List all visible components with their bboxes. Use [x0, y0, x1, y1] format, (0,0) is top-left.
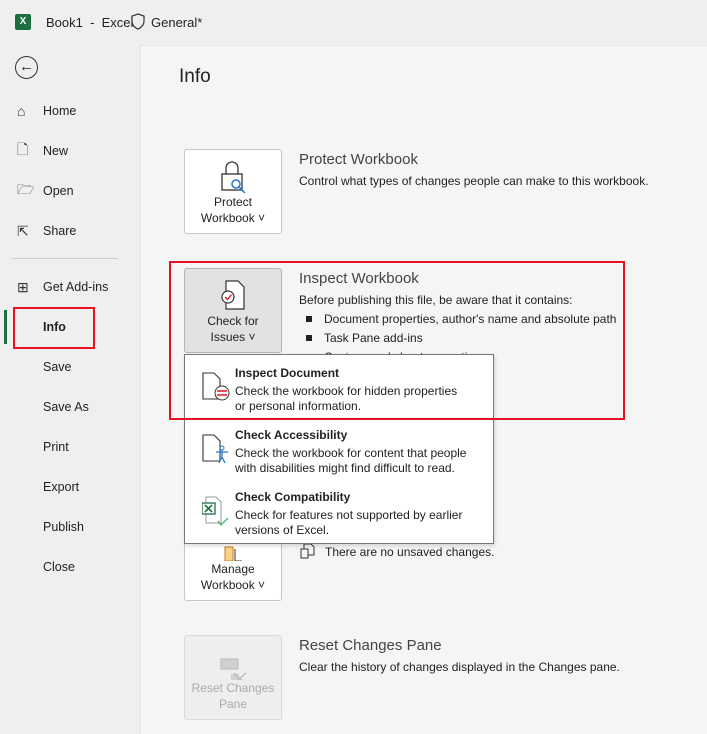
- menu-item-check-compatibility[interactable]: Check Compatibility Check for features n…: [185, 481, 493, 541]
- sidebar-item-close[interactable]: Close: [0, 549, 138, 585]
- button-label: Protect: [213, 195, 252, 209]
- back-arrow-icon: ←: [19, 58, 34, 75]
- grid-icon: ⊞: [17, 278, 29, 295]
- menu-item-desc: Check for features not supported by earl…: [235, 508, 463, 537]
- sidebar-item-label: Home: [43, 104, 77, 118]
- sidebar-item-new[interactable]: 🗋 New: [0, 133, 138, 169]
- sidebar-item-save[interactable]: Save: [0, 349, 138, 385]
- sidebar-item-export[interactable]: Export: [0, 469, 138, 505]
- sidebar-item-label: Export: [43, 480, 80, 494]
- sidebar-item-label: Save As: [43, 400, 89, 414]
- new-doc-icon: 🗋: [17, 141, 29, 157]
- menu-item-desc: Check the workbook for content that peop…: [235, 446, 467, 475]
- button-label: Issues ˅: [210, 330, 256, 344]
- protect-desc: Control what types of changes people can…: [299, 174, 649, 188]
- sidebar-item-get-add-ins[interactable]: ⊞ Get Add-ins: [0, 269, 138, 305]
- inspect-bullet: Task Pane add-ins: [306, 331, 423, 345]
- inspect-bullet: Document properties, author's name and a…: [306, 312, 616, 326]
- button-label: Workbook ˅: [200, 578, 266, 592]
- page-title: Info: [179, 66, 211, 87]
- reset-desc: Clear the history of changes displayed i…: [299, 660, 620, 674]
- share-icon: ⇱: [17, 222, 29, 239]
- button-label: Pane: [218, 697, 248, 711]
- sidebar-item-label: New: [43, 144, 69, 158]
- inspect-desc: Before publishing this file, be aware th…: [299, 293, 573, 307]
- inspect-title: Inspect Workbook: [299, 270, 419, 287]
- window-title: Book1 - Excel: [46, 15, 134, 30]
- manage-status: There are no unsaved changes.: [325, 545, 495, 559]
- sidebar-item-print[interactable]: Print: [0, 429, 138, 465]
- reset-title: Reset Changes Pane: [299, 637, 442, 654]
- compatibility-icon: [202, 496, 229, 526]
- sidebar-item-publish[interactable]: Publish: [0, 509, 138, 545]
- folder-open-icon: 🗁: [17, 181, 35, 197]
- protect-title: Protect Workbook: [299, 151, 418, 168]
- sidebar-divider: [12, 258, 118, 259]
- button-label: Manage: [211, 562, 255, 576]
- sidebar-item-label: Share: [43, 224, 77, 238]
- accessibility-icon: [202, 434, 228, 464]
- menu-item-title: Check Accessibility: [235, 428, 348, 442]
- excel-logo-icon: X: [15, 14, 31, 30]
- menu-item-desc: Check the workbook for hidden properties…: [235, 384, 458, 413]
- check-issues-icon: [221, 280, 245, 310]
- home-icon: ⌂: [17, 103, 26, 119]
- check-for-issues-button[interactable]: Check for Issues ˅: [184, 268, 282, 353]
- sidebar-item-share[interactable]: ⇱ Share: [0, 213, 138, 249]
- reset-changes-pane-button: Reset Changes Pane: [184, 635, 282, 720]
- sidebar-item-home[interactable]: ⌂ Home: [0, 93, 138, 129]
- inspect-document-icon: [202, 372, 230, 401]
- versions-icon: [300, 543, 315, 559]
- sidebar-item-label: Print: [43, 440, 69, 454]
- reset-changes-icon: [220, 658, 247, 680]
- protect-workbook-button[interactable]: Protect Workbook ˅: [184, 149, 282, 234]
- sidebar-item-save-as[interactable]: Save As: [0, 389, 138, 425]
- lock-key-icon: [221, 161, 246, 194]
- sidebar-item-label: Publish: [43, 520, 84, 534]
- button-label: Workbook ˅: [200, 211, 266, 225]
- sidebar-item-label: Close: [43, 560, 75, 574]
- sidebar-item-info[interactable]: Info: [0, 309, 138, 345]
- sidebar-item-label: Info: [43, 320, 66, 334]
- back-button[interactable]: ←: [15, 56, 38, 79]
- menu-item-check-accessibility[interactable]: Check Accessibility Check the workbook f…: [185, 419, 493, 479]
- sensitivity-label[interactable]: General*: [151, 15, 202, 30]
- button-label: Reset Changes: [191, 681, 275, 695]
- shield-icon: [131, 13, 145, 30]
- menu-item-title: Inspect Document: [235, 366, 340, 380]
- sidebar-item-label: Save: [43, 360, 72, 374]
- sidebar-item-label: Get Add-ins: [43, 280, 109, 294]
- title-bar: X Book1 - Excel General*: [0, 0, 707, 44]
- check-for-issues-menu: Inspect Document Check the workbook for …: [184, 354, 494, 544]
- menu-item-inspect-document[interactable]: Inspect Document Check the workbook for …: [185, 357, 493, 417]
- button-label: Check for: [207, 314, 259, 328]
- sidebar-item-label: Open: [43, 184, 74, 198]
- sidebar-item-open[interactable]: 🗁 Open: [0, 173, 138, 209]
- menu-item-title: Check Compatibility: [235, 490, 351, 504]
